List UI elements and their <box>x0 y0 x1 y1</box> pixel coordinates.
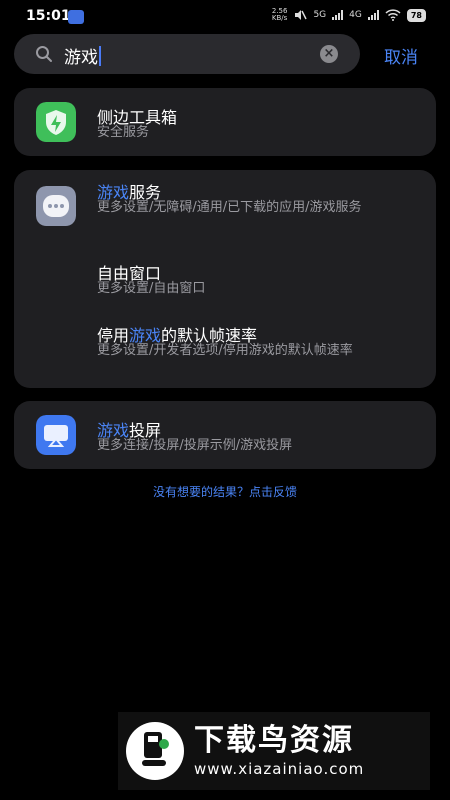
watermark: 下载鸟资源 www.xiazainiao.com <box>118 712 430 790</box>
feedback-link[interactable]: 没有想要的结果？点击反馈 <box>0 483 450 500</box>
search-icon <box>36 46 52 62</box>
search-input[interactable]: 游戏 × <box>14 34 360 74</box>
result-subtitle: 安全服务 <box>97 125 150 140</box>
wifi-icon <box>385 9 401 21</box>
result-item-free-window[interactable]: 自由窗口 更多设置/自由窗口 <box>14 254 436 304</box>
cancel-button[interactable]: 取消 <box>384 43 418 68</box>
result-subtitle: 更多设置/自由窗口 <box>97 281 206 296</box>
signal-5g-label: 5G <box>313 10 327 20</box>
signal-bars-icon <box>332 10 344 20</box>
shield-bolt-icon <box>36 102 76 142</box>
result-item-game-service[interactable]: 游戏服务 更多设置/无障碍/通用/已下载的应用/游戏服务 <box>14 170 436 242</box>
watermark-text: 下载鸟资源 www.xiazainiao.com <box>194 723 364 779</box>
app-notification-icon <box>68 10 84 24</box>
result-card-toolbox: 侧边工具箱 安全服务 <box>14 88 436 156</box>
search-bar: 游戏 × 取消 <box>14 34 438 74</box>
clear-icon[interactable]: × <box>320 45 338 63</box>
screen-cast-icon <box>36 415 76 455</box>
signal-bars-icon <box>367 10 379 20</box>
result-card-cast: 游戏投屏 更多连接/投屏/投屏示例/游戏投屏 <box>14 401 436 469</box>
result-item-game-cast[interactable]: 游戏投屏 更多连接/投屏/投屏示例/游戏投屏 <box>14 401 436 469</box>
text-cursor <box>99 46 101 66</box>
battery-icon: 78 <box>406 8 426 22</box>
net-speed: 2.56 KB/s <box>271 7 288 22</box>
result-item-side-toolbox[interactable]: 侧边工具箱 安全服务 <box>14 88 436 156</box>
search-query[interactable]: 游戏 <box>64 43 101 68</box>
result-subtitle: 更多连接/投屏/投屏示例/游戏投屏 <box>97 438 293 453</box>
watermark-title: 下载鸟资源 <box>194 723 354 758</box>
more-dots-icon <box>36 186 76 226</box>
result-subtitle: 更多设置/无障碍/通用/已下载的应用/游戏服务 <box>97 200 362 215</box>
result-subtitle: 更多设置/开发者选项/停用游戏的默认帧速率 <box>97 343 353 358</box>
bird-logo-icon <box>126 722 184 780</box>
result-card-settings: 游戏服务 更多设置/无障碍/通用/已下载的应用/游戏服务 自由窗口 更多设置/自… <box>14 170 436 388</box>
result-item-disable-frame-rate[interactable]: 停用游戏的默认帧速率 更多设置/开发者选项/停用游戏的默认帧速率 <box>14 316 436 386</box>
status-time: 15:01 <box>26 8 71 24</box>
mute-icon <box>295 10 308 20</box>
status-bar: 15:01 2.56 KB/s 5G 4G 78 <box>0 0 450 34</box>
status-indicators: 2.56 KB/s 5G 4G 78 <box>272 8 426 22</box>
watermark-url: www.xiazainiao.com <box>194 760 365 778</box>
signal-4g-label: 4G <box>349 10 362 20</box>
